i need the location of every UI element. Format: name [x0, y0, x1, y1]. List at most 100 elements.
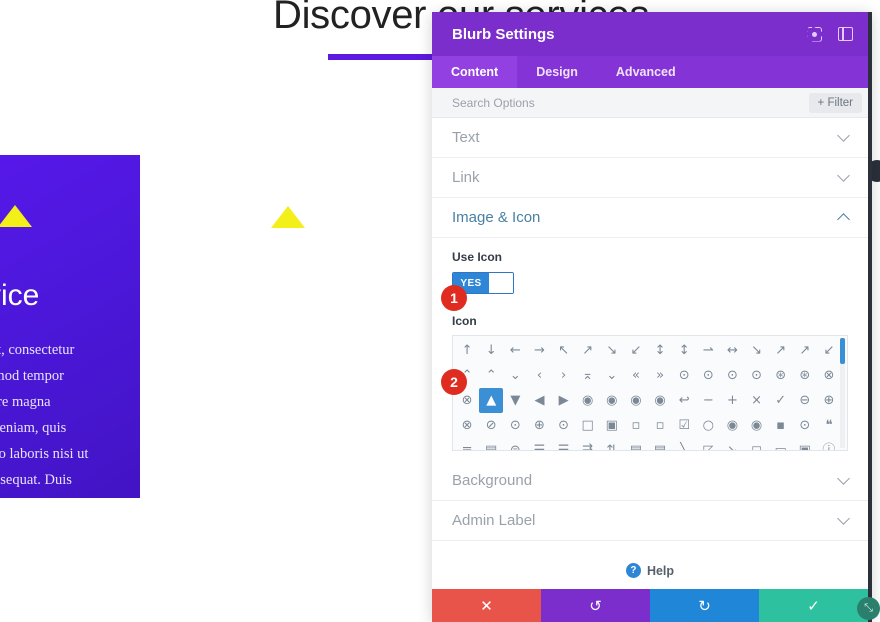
resize-handle[interactable]: ⤡: [857, 597, 880, 620]
save-button[interactable]: ✓: [759, 589, 868, 622]
icon-option[interactable]: ↗: [769, 338, 793, 363]
section-admin-label[interactable]: Admin Label: [432, 501, 868, 541]
focus-target-icon[interactable]: [806, 26, 823, 43]
icon-option[interactable]: ◉: [720, 413, 744, 438]
icon-option[interactable]: ↩: [672, 388, 696, 413]
section-background[interactable]: Background: [432, 461, 868, 501]
icon-option[interactable]: ↗: [576, 338, 600, 363]
icon-option[interactable]: ▤: [648, 438, 672, 450]
icon-option[interactable]: ⊖: [793, 388, 817, 413]
icon-option[interactable]: ▼: [503, 388, 527, 413]
cancel-button[interactable]: ✕: [432, 589, 541, 622]
icon-option[interactable]: ⊙: [793, 413, 817, 438]
icon-option[interactable]: ◸: [696, 438, 720, 450]
icon-option[interactable]: ↕: [648, 338, 672, 363]
icon-option[interactable]: ‹: [527, 363, 551, 388]
icon-option[interactable]: ⇶: [576, 438, 600, 450]
icon-option[interactable]: ⌄: [503, 363, 527, 388]
icon-option[interactable]: ▤: [479, 438, 503, 450]
icon-option[interactable]: ⊗: [817, 363, 841, 388]
icon-option[interactable]: ▭: [769, 438, 793, 450]
icon-option[interactable]: ◻: [745, 438, 769, 450]
icon-option[interactable]: ⇀: [696, 338, 720, 363]
icon-option[interactable]: ↘: [720, 438, 744, 450]
icon-option[interactable]: ◀: [527, 388, 551, 413]
icon-option[interactable]: ◉: [624, 388, 648, 413]
icon-option[interactable]: ↔: [720, 338, 744, 363]
icon-option[interactable]: +: [720, 388, 744, 413]
icon-option[interactable]: ▲: [479, 388, 504, 413]
search-input[interactable]: [452, 95, 809, 110]
help-link[interactable]: ? Help: [432, 541, 868, 578]
icon-option[interactable]: ›: [552, 363, 576, 388]
icon-option[interactable]: ☰: [527, 438, 551, 450]
icon-option[interactable]: ⊛: [769, 363, 793, 388]
icon-option[interactable]: ▪: [769, 413, 793, 438]
icon-option[interactable]: ↙: [624, 338, 648, 363]
icon-option[interactable]: ☰: [552, 438, 576, 450]
icon-option[interactable]: ⊙: [720, 363, 744, 388]
icon-option[interactable]: □: [576, 413, 600, 438]
icon-option[interactable]: ≡: [455, 438, 479, 450]
icon-option[interactable]: ↘: [745, 338, 769, 363]
icon-option[interactable]: ☑: [672, 413, 696, 438]
filter-button[interactable]: + Filter: [808, 92, 862, 113]
icon-option[interactable]: ⊛: [793, 363, 817, 388]
icon-option[interactable]: ❝: [817, 413, 841, 438]
icon-option[interactable]: ○: [696, 413, 720, 438]
icon-option[interactable]: ▣: [793, 438, 817, 450]
icon-option[interactable]: ↑: [455, 338, 479, 363]
icon-option[interactable]: →: [527, 338, 551, 363]
icon-option[interactable]: ↘: [600, 338, 624, 363]
icon-option[interactable]: ╲: [672, 438, 696, 450]
icon-option[interactable]: ⓘ: [817, 438, 841, 450]
tab-content[interactable]: Content: [432, 56, 518, 88]
icon-option[interactable]: ↓: [479, 338, 503, 363]
icon-option[interactable]: ⊘: [479, 413, 503, 438]
icon-option[interactable]: ↖: [552, 338, 576, 363]
icon-option[interactable]: ◉: [576, 388, 600, 413]
icon-option[interactable]: ⊗: [455, 413, 479, 438]
icon-option[interactable]: ▶: [552, 388, 576, 413]
tab-design[interactable]: Design: [517, 56, 597, 88]
undo-button[interactable]: ↺: [541, 589, 650, 622]
icon-option[interactable]: ⊜: [503, 438, 527, 450]
icon-option[interactable]: ⊙: [503, 413, 527, 438]
icon-picker-label: Icon: [452, 314, 477, 328]
icon-option[interactable]: ×: [745, 388, 769, 413]
icon-option[interactable]: ↗: [793, 338, 817, 363]
icon-option[interactable]: ⊙: [672, 363, 696, 388]
icon-option[interactable]: ⌅: [576, 363, 600, 388]
icon-option[interactable]: ▫: [624, 413, 648, 438]
icon-option[interactable]: ←: [503, 338, 527, 363]
icon-option[interactable]: ⊕: [527, 413, 551, 438]
icon-grid-scrollbar[interactable]: [840, 338, 845, 364]
icon-option[interactable]: ⊙: [552, 413, 576, 438]
section-link[interactable]: Link: [432, 158, 868, 198]
icon-option[interactable]: ▣: [600, 413, 624, 438]
icon-option[interactable]: −: [696, 388, 720, 413]
icon-option[interactable]: ↙: [817, 338, 841, 363]
icon-option[interactable]: »: [648, 363, 672, 388]
icon-option[interactable]: ⊙: [696, 363, 720, 388]
icon-option[interactable]: ⌄: [600, 363, 624, 388]
icon-option[interactable]: ↕: [672, 338, 696, 363]
icon-option[interactable]: ◉: [600, 388, 624, 413]
tab-advanced[interactable]: Advanced: [597, 56, 695, 88]
section-text[interactable]: Text: [432, 118, 868, 158]
icon-option[interactable]: ⊙: [745, 363, 769, 388]
icon-option[interactable]: ▤: [624, 438, 648, 450]
icon-option[interactable]: «: [624, 363, 648, 388]
redo-button[interactable]: ↻: [650, 589, 759, 622]
icon-option[interactable]: ◉: [745, 413, 769, 438]
panel-layout-icon[interactable]: [837, 26, 854, 43]
icon-option[interactable]: ⇅: [600, 438, 624, 450]
blurb-card[interactable]: Our service Lorem ipsum dolor sit amet, …: [0, 155, 140, 498]
section-image-icon[interactable]: Image & Icon: [432, 198, 868, 238]
icon-option[interactable]: ◉: [648, 388, 672, 413]
icon-option[interactable]: ✓: [769, 388, 793, 413]
section-link-label: Link: [452, 169, 480, 186]
icon-option[interactable]: ⊕: [817, 388, 841, 413]
icon-option[interactable]: ▫: [648, 413, 672, 438]
icon-option[interactable]: ⌃: [479, 363, 503, 388]
